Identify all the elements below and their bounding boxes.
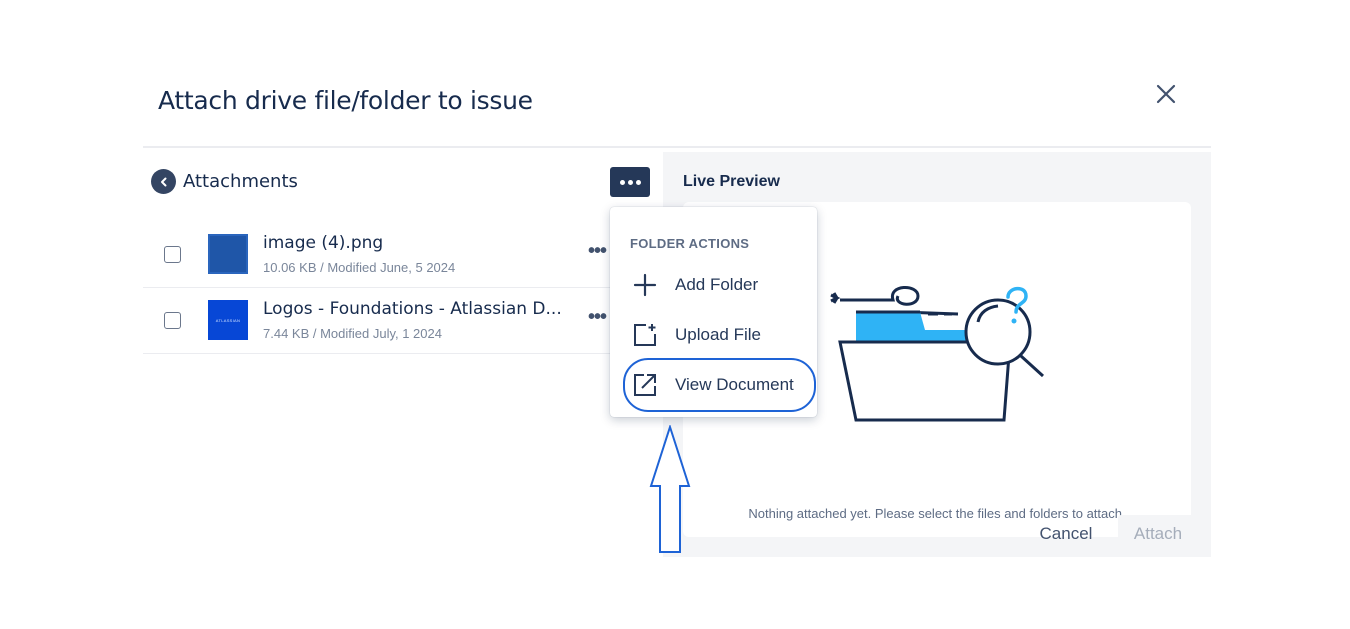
dot-icon (627, 179, 633, 185)
file-thumbnail: ATLASSIAN (208, 300, 248, 340)
file-thumbnail (208, 234, 248, 274)
attachments-label: Attachments (183, 171, 298, 192)
back-button[interactable] (151, 169, 176, 194)
dialog-title: Attach drive file/folder to issue (158, 86, 533, 115)
menu-item-label: View Document (675, 375, 794, 394)
preview-title: Live Preview (683, 173, 780, 190)
file-name: image (4).png (263, 233, 384, 253)
file-row[interactable]: image (4).png 10.06 KB / Modified June, … (143, 222, 613, 288)
folder-actions-menu: FOLDER ACTIONS Add Folder Upload File Vi… (610, 207, 817, 417)
menu-heading: FOLDER ACTIONS (630, 236, 750, 251)
menu-item-view-document[interactable]: View Document (610, 363, 817, 407)
plus-icon (633, 273, 657, 297)
thumbnail-logo-text: ATLASSIAN (215, 317, 241, 323)
menu-item-label: Upload File (675, 325, 761, 344)
menu-item-add-folder[interactable]: Add Folder (610, 263, 817, 307)
folder-actions-button[interactable] (610, 167, 650, 197)
file-checkbox[interactable] (164, 246, 181, 263)
attachments-breadcrumb: Attachments (151, 169, 298, 194)
file-meta: 7.44 KB / Modified July, 1 2024 (263, 326, 442, 341)
up-arrow-annotation (649, 425, 691, 553)
external-link-icon (634, 374, 656, 396)
title-divider (143, 146, 1211, 148)
row-more-icon[interactable]: ••• (588, 306, 607, 329)
upload-file-icon (634, 324, 656, 346)
menu-item-label: Add Folder (675, 275, 759, 294)
file-checkbox[interactable] (164, 312, 181, 329)
file-row[interactable]: ATLASSIAN Logos - Foundations - Atlassia… (143, 288, 613, 354)
attach-button[interactable]: Attach (1118, 515, 1198, 553)
close-icon (1156, 84, 1176, 104)
dot-icon (635, 179, 641, 185)
file-name: Logos - Foundations - Atlassian D... (263, 299, 562, 319)
row-more-icon[interactable]: ••• (588, 240, 607, 263)
empty-state-text: Nothing attached yet. Please select the … (748, 506, 1126, 521)
dot-icon (619, 179, 625, 185)
menu-item-upload-file[interactable]: Upload File (610, 313, 817, 357)
close-button[interactable] (1152, 80, 1180, 108)
empty-folder-illustration (830, 286, 1045, 422)
cancel-button[interactable]: Cancel (1025, 516, 1107, 552)
file-meta: 10.06 KB / Modified June, 5 2024 (263, 260, 456, 275)
chevron-left-icon (160, 177, 166, 186)
